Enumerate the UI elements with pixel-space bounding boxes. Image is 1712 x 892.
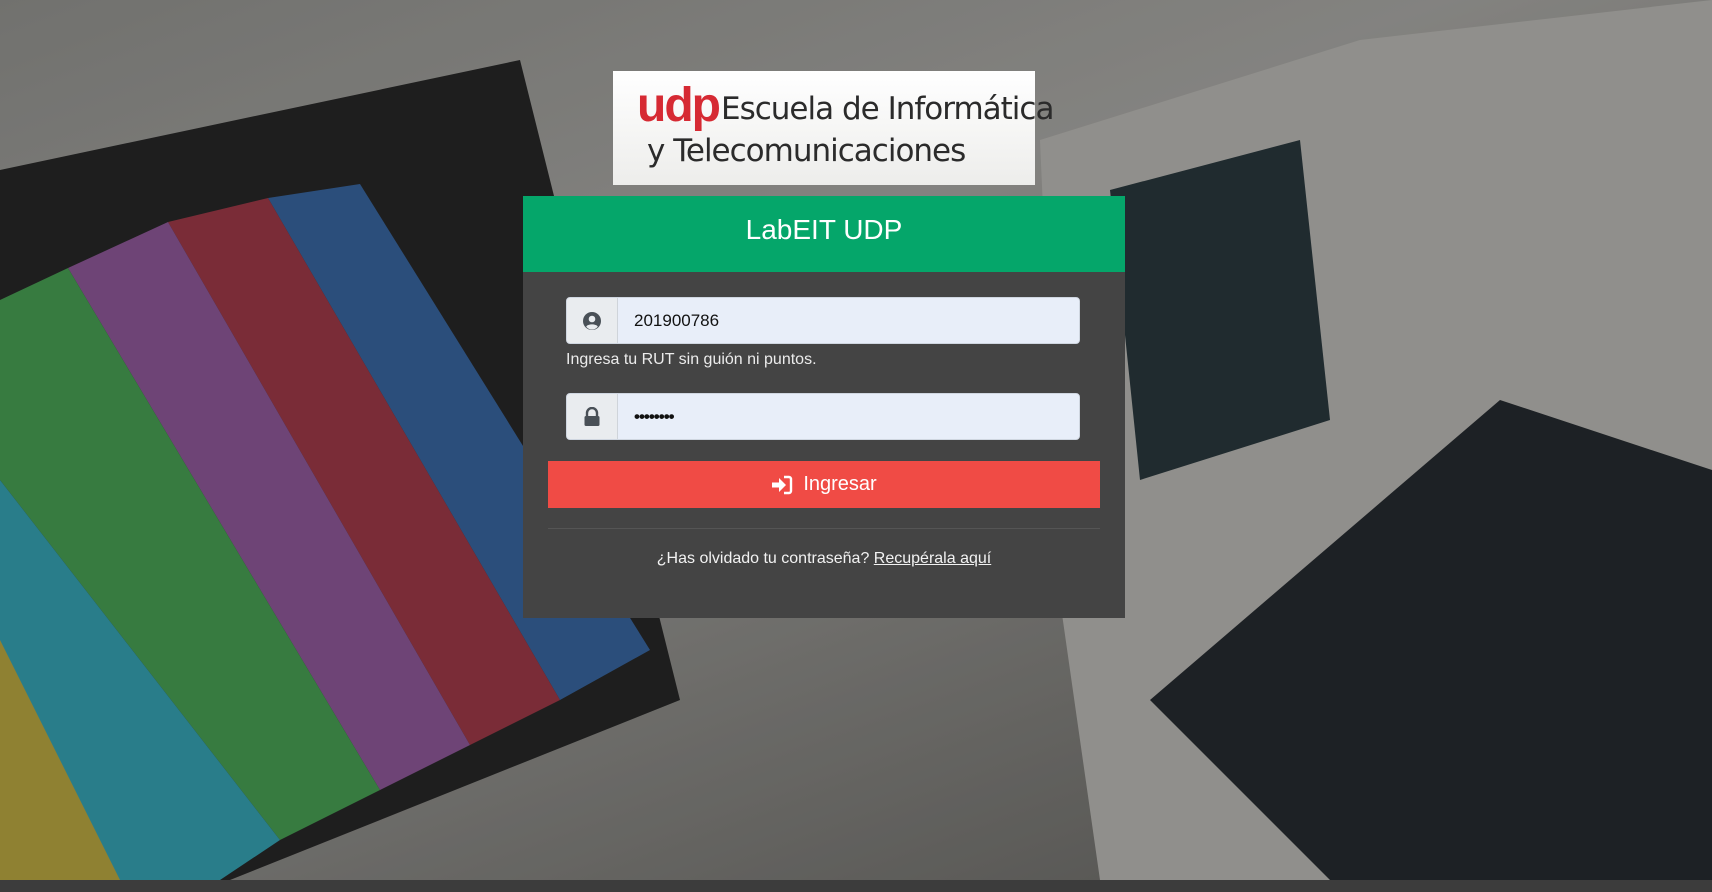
login-card: LabEIT UDP Ingresa tu RUT sin guión ni p… bbox=[523, 196, 1125, 618]
login-page: udp Escuela de Informática y Telecomunic… bbox=[0, 0, 1712, 892]
logo-line-1: Escuela de Informática bbox=[721, 91, 1054, 127]
rut-hint: Ingresa tu RUT sin guión ni puntos. bbox=[566, 351, 817, 368]
forgot-password-text: ¿Has olvidado tu contraseña? bbox=[656, 550, 870, 567]
rut-input[interactable] bbox=[618, 298, 1079, 343]
user-circle-icon bbox=[567, 298, 618, 343]
password-field-group bbox=[566, 393, 1080, 440]
sign-in-icon bbox=[771, 475, 793, 495]
recover-password-link[interactable]: Recupérala aquí bbox=[874, 550, 991, 567]
udp-logo: udp Escuela de Informática y Telecomunic… bbox=[613, 71, 1054, 185]
username-field-group bbox=[566, 297, 1080, 344]
lock-icon bbox=[567, 394, 618, 439]
logo-line-2: y Telecomunicaciones bbox=[647, 133, 966, 169]
password-input[interactable] bbox=[618, 394, 1079, 439]
card-title: LabEIT UDP bbox=[745, 214, 903, 245]
card-header: LabEIT UDP bbox=[523, 196, 1125, 272]
footer-bar bbox=[0, 880, 1712, 892]
login-button[interactable]: Ingresar bbox=[548, 461, 1100, 508]
divider bbox=[548, 528, 1100, 529]
login-button-label: Ingresar bbox=[803, 473, 877, 495]
logo-brand: udp bbox=[637, 79, 721, 132]
forgot-password: ¿Has olvidado tu contraseña? Recupérala … bbox=[523, 550, 1125, 568]
